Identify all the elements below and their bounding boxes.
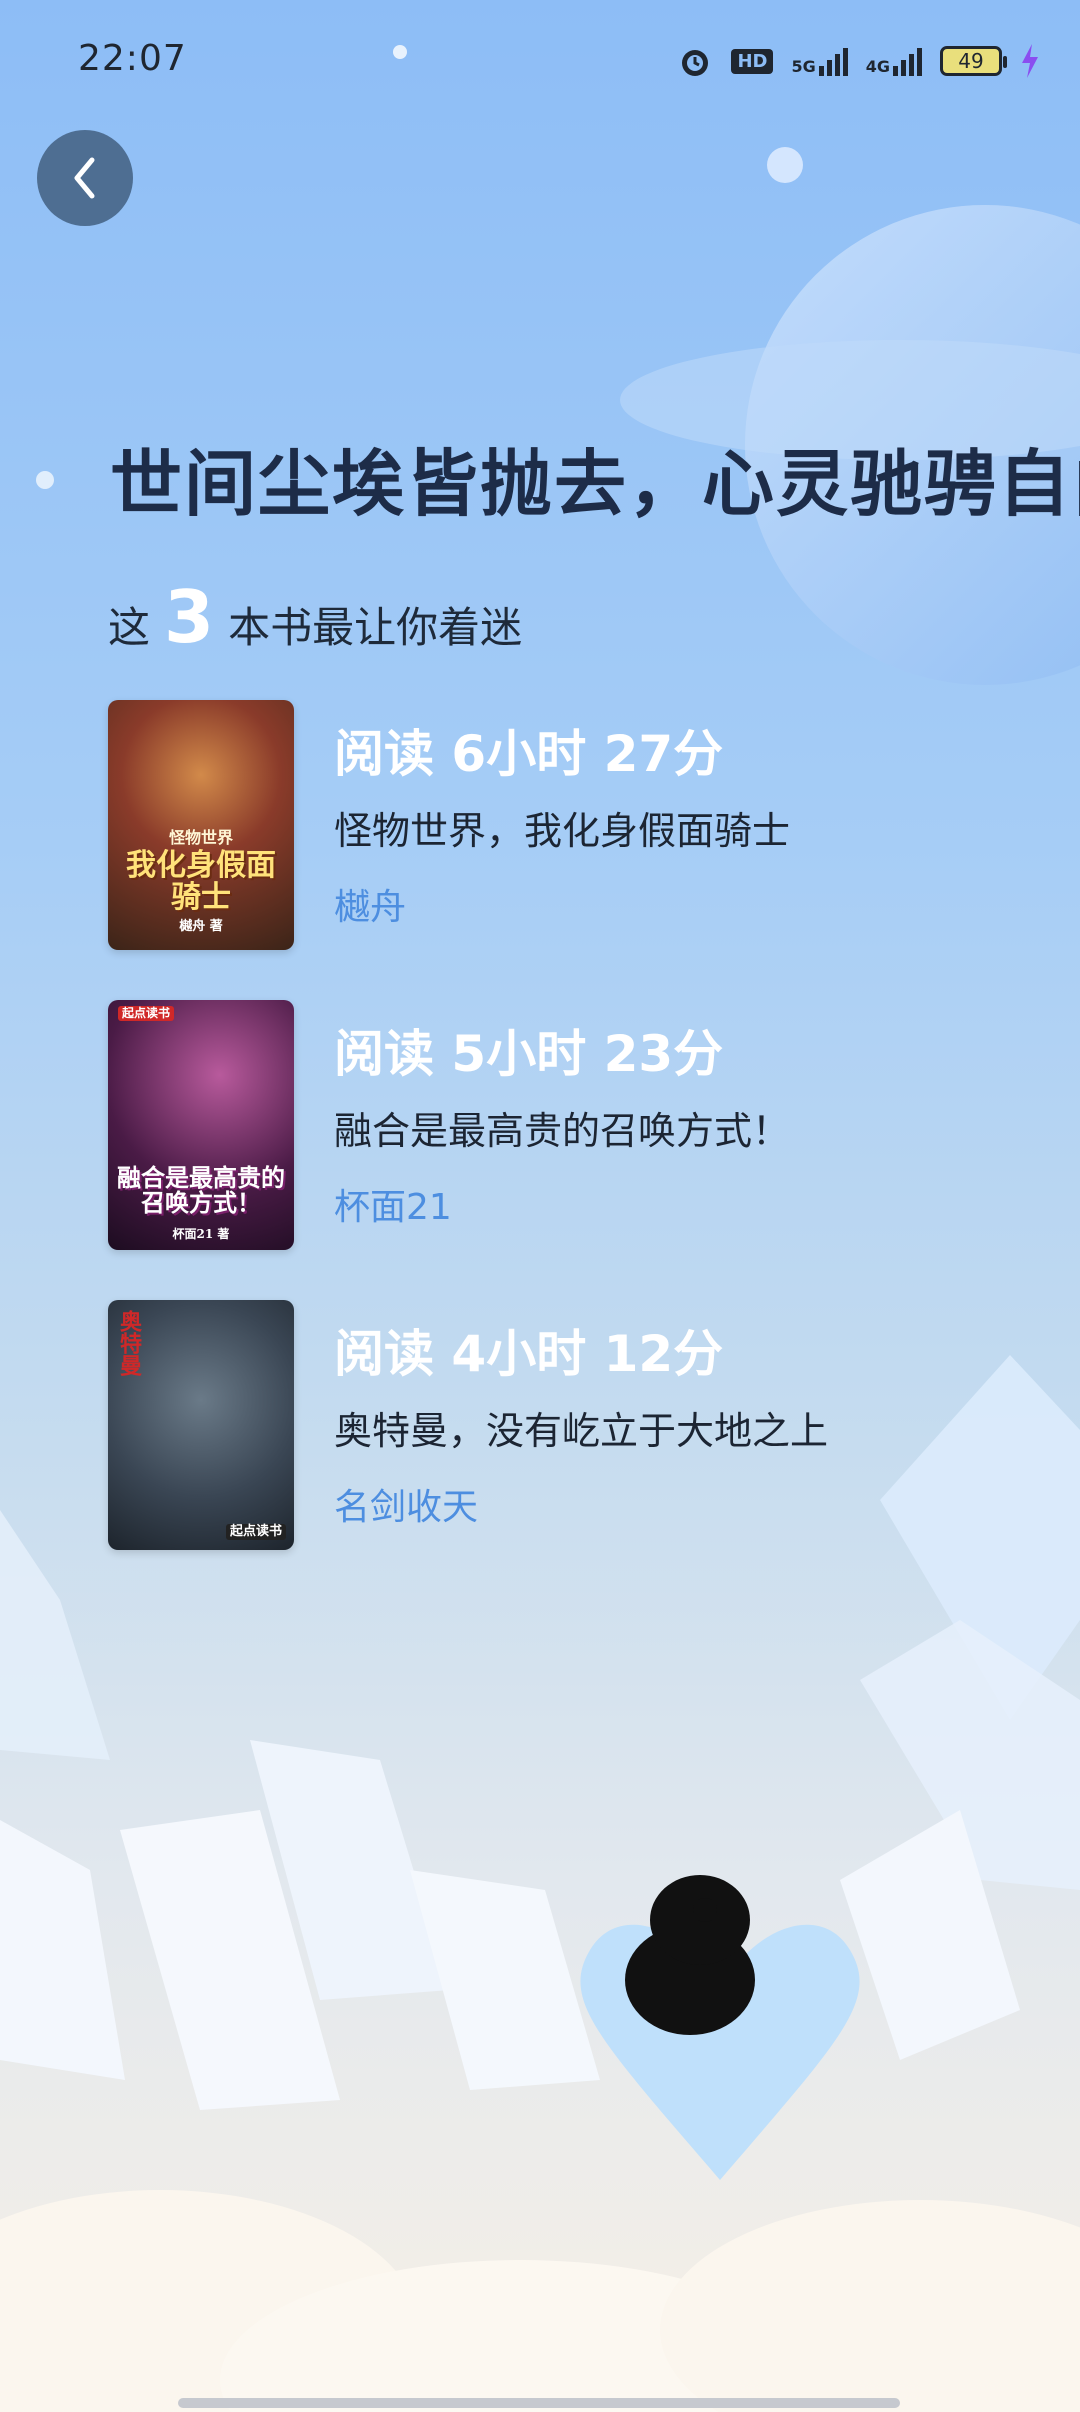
alarm-icon	[682, 50, 709, 76]
signal-bars-icon	[893, 46, 922, 76]
cover-caption-top: 怪物世界	[168, 828, 233, 847]
signal-bars-icon	[818, 46, 848, 76]
read-time: 阅读 4小时 12分	[334, 1325, 724, 1383]
book-item[interactable]: 奥特曼 起点读书 阅读 4小时 12分 奥特曼，没有屹立于大地之上 名剑收天	[108, 1300, 1008, 1550]
status-bar: 22:07 HD 5G 4G 49	[0, 0, 1080, 120]
summary-count: 3	[164, 575, 215, 659]
cover-caption-main: 融合是最高贵的召唤方式！	[117, 1163, 285, 1218]
cover-caption-main: 我化身假面骑士	[126, 848, 276, 915]
back-button[interactable]	[37, 130, 133, 226]
hd-badge: HD	[731, 48, 774, 74]
battery-level: 49	[958, 49, 984, 73]
book-item[interactable]: 起点读书 融合是最高贵的召唤方式！ 杯面21 著 阅读 5小时 23分 融合是最…	[108, 1000, 1008, 1250]
book-title: 奥特曼，没有屹立于大地之上	[334, 1409, 829, 1453]
read-time: 阅读 6小时 27分	[334, 725, 724, 783]
book-cover[interactable]: 奥特曼 起点读书	[108, 1300, 294, 1550]
cover-badge: 起点读书	[118, 1006, 175, 1021]
home-indicator[interactable]	[178, 2398, 900, 2408]
cover-caption-small: 杯面21 著	[172, 1227, 230, 1241]
status-time: 22:07	[78, 38, 187, 79]
summary-prefix: 这	[108, 603, 151, 652]
book-title: 怪物世界，我化身假面骑士	[334, 809, 791, 853]
book-title: 融合是最高贵的召唤方式！	[334, 1109, 791, 1153]
charging-bolt-icon	[1022, 44, 1038, 78]
battery-icon: 49	[940, 46, 1007, 76]
penguin-mascot-icon	[625, 1875, 755, 2035]
book-author[interactable]: 杯面21	[334, 1178, 452, 1230]
cover-caption-main: 奥特曼	[116, 1310, 142, 1376]
summary-line: 这 3 本书最让你着迷	[108, 575, 522, 659]
book-author[interactable]: 名剑收天	[334, 1478, 478, 1530]
book-item[interactable]: 怪物世界 我化身假面骑士 樾舟 著 阅读 6小时 27分 怪物世界，我化身假面骑…	[108, 700, 1008, 950]
book-author[interactable]: 樾舟	[334, 878, 406, 930]
cover-badge: 起点读书	[225, 1524, 286, 1540]
book-cover[interactable]: 怪物世界 我化身假面骑士 樾舟 著	[108, 700, 294, 950]
status-icons: HD 5G 4G 49	[677, 36, 1040, 86]
chevron-left-icon	[74, 157, 95, 199]
headline: 世间尘埃皆抛去，心灵驰骋自由间	[110, 441, 1080, 526]
book-cover[interactable]: 起点读书 融合是最高贵的召唤方式！ 杯面21 著	[108, 1000, 294, 1250]
signal-5g: 5G	[791, 46, 848, 76]
read-time: 阅读 5小时 23分	[334, 1025, 724, 1083]
summary-suffix: 本书最让你着迷	[228, 603, 523, 652]
cover-caption-small: 樾舟 著	[179, 919, 223, 934]
signal-4g: 4G	[866, 46, 922, 76]
